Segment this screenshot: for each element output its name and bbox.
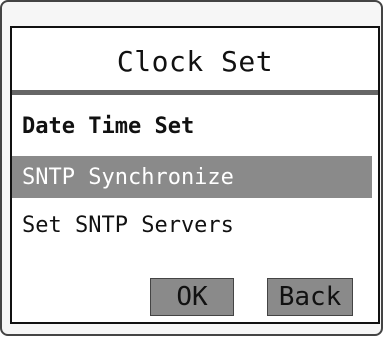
menu-item-label: Date Time Set bbox=[22, 113, 195, 139]
clock-set-dialog: Clock Set Date Time Set SNTP Synchronize… bbox=[10, 26, 380, 324]
device-frame: Clock Set Date Time Set SNTP Synchronize… bbox=[0, 0, 383, 336]
menu-item-sntp-synchronize[interactable]: SNTP Synchronize bbox=[12, 156, 372, 198]
menu-item-set-sntp-servers[interactable]: Set SNTP Servers bbox=[12, 204, 372, 246]
dialog-title: Clock Set bbox=[116, 44, 274, 78]
menu-item-label: Set SNTP Servers bbox=[22, 212, 234, 238]
menu-item-date-time-set[interactable]: Date Time Set bbox=[12, 105, 372, 147]
title-divider bbox=[12, 90, 378, 95]
back-button[interactable]: Back bbox=[267, 278, 353, 316]
ok-button[interactable]: OK bbox=[150, 278, 234, 316]
menu-item-label: SNTP Synchronize bbox=[22, 164, 234, 190]
